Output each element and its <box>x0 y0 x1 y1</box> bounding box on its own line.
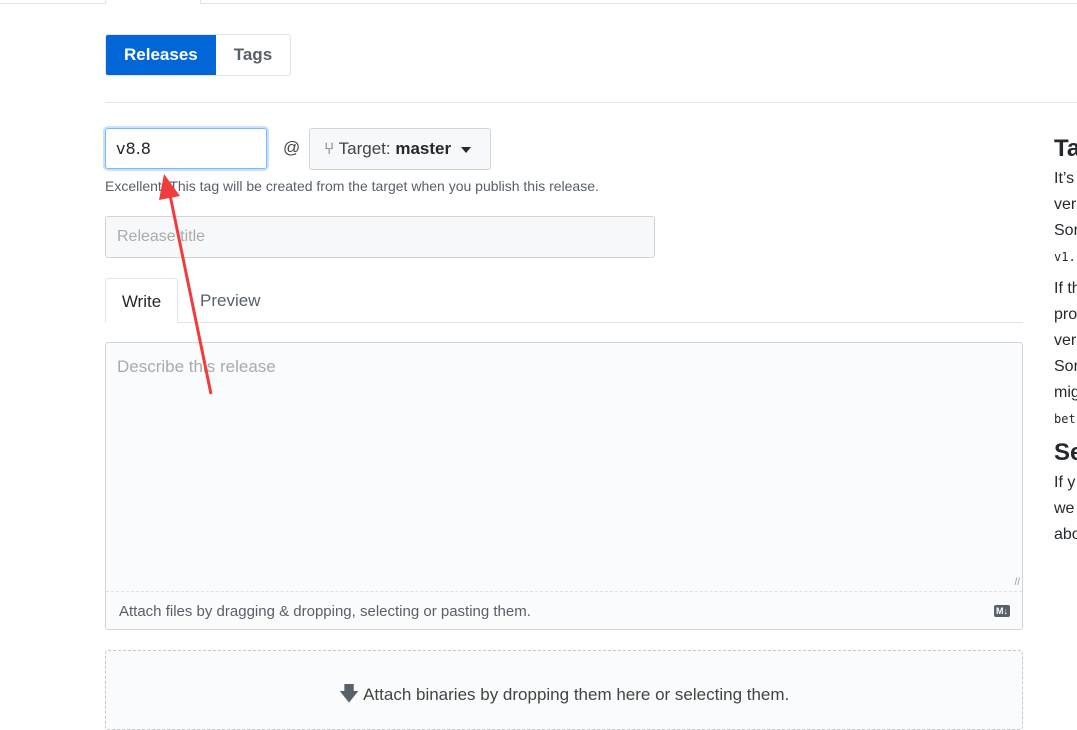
annotation-arrow <box>159 174 213 395</box>
